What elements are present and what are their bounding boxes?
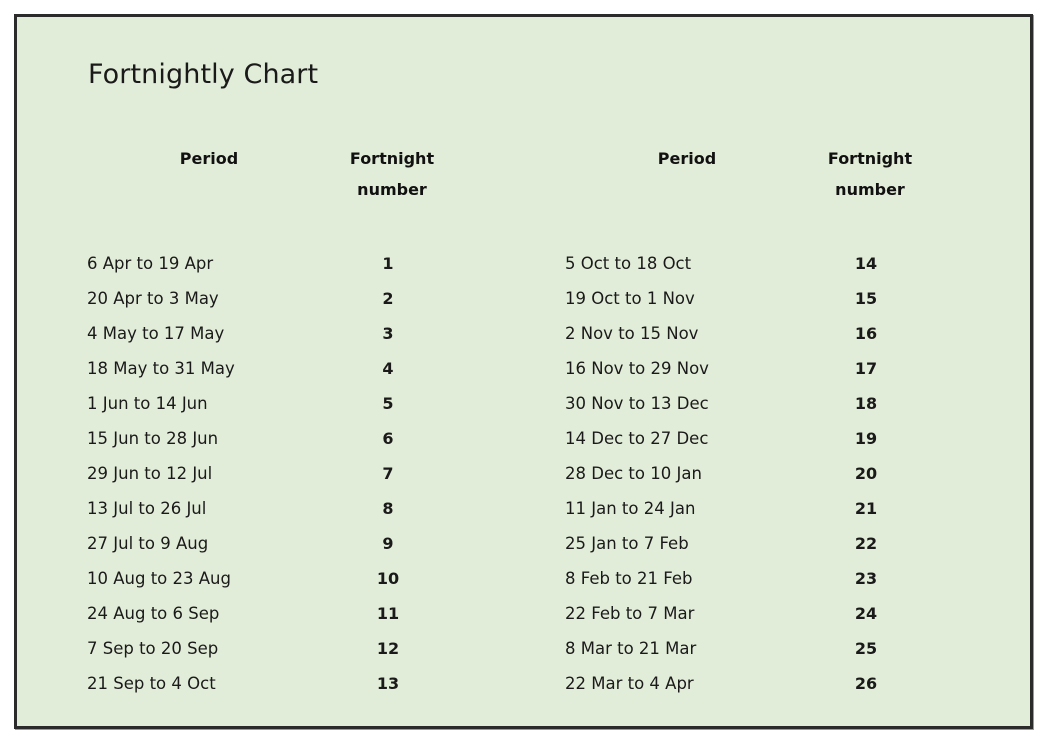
fortnight-number-cell: 13: [376, 674, 400, 693]
fortnight-number-cell: 10: [376, 569, 400, 588]
table-row: 21 Sep to 4 Oct 13: [87, 666, 453, 701]
table-row: 13 Jul to 26 Jul 8: [87, 491, 453, 526]
period-cell: 8 Mar to 21 Mar: [565, 639, 697, 658]
fortnight-number-cell: 19: [854, 429, 878, 448]
table-row: 7 Sep to 20 Sep 12: [87, 631, 453, 666]
table-row: 18 May to 31 May 4: [87, 351, 453, 386]
fortnight-number-cell: 23: [854, 569, 878, 588]
table-body-left: 6 Apr to 19 Apr 1 20 Apr to 3 May 2 4 May to…: [87, 246, 453, 701]
period-cell: 27 Jul to 9 Aug: [87, 534, 209, 553]
table-row: 30 Nov to 13 Dec 18: [565, 386, 931, 421]
period-cell: 5 Oct to 18 Oct: [565, 254, 692, 273]
fortnight-number-cell: 20: [854, 464, 878, 483]
fortnight-number-cell: 21: [854, 499, 878, 518]
table-row: 11 Jan to 24 Jan 21: [565, 491, 931, 526]
fortnight-number-cell: 26: [854, 674, 878, 693]
column-header-fortnight-number-left: Fortnight number: [349, 149, 435, 199]
table-row: 24 Aug to 6 Sep 11: [87, 596, 453, 631]
period-cell: 24 Aug to 6 Sep: [87, 604, 220, 623]
fortnight-number-cell: 4: [382, 359, 394, 378]
fortnight-number-cell: 25: [854, 639, 878, 658]
period-cell: 20 Apr to 3 May: [87, 289, 219, 308]
fortnight-number-cell: 8: [382, 499, 394, 518]
table-row: 22 Feb to 7 Mar 24: [565, 596, 931, 631]
table-row: 6 Apr to 19 Apr 1: [87, 246, 453, 281]
period-cell: 14 Dec to 27 Dec: [565, 429, 709, 448]
period-cell: 15 Jun to 28 Jun: [87, 429, 219, 448]
fortnight-number-cell: 7: [382, 464, 394, 483]
table-row: 20 Apr to 3 May 2: [87, 281, 453, 316]
column-header-period-right: Period: [657, 149, 717, 168]
fortnight-number-cell: 1: [382, 254, 394, 273]
table-row: 27 Jul to 9 Aug 9: [87, 526, 453, 561]
fortnight-number-cell: 11: [376, 604, 400, 623]
table-row: 4 May to 17 May 3: [87, 316, 453, 351]
fortnight-number-cell: 15: [854, 289, 878, 308]
table-body-right: 5 Oct to 18 Oct 14 19 Oct to 1 Nov 15 2 Nov …: [565, 246, 931, 701]
period-cell: 21 Sep to 4 Oct: [87, 674, 216, 693]
table-row: 25 Jan to 7 Feb 22: [565, 526, 931, 561]
table-row: 15 Jun to 28 Jun 6: [87, 421, 453, 456]
fortnight-number-cell: 17: [854, 359, 878, 378]
fortnight-table-left: 6 Apr to 19 Apr 1 20 Apr to 3 May 2 4 May to…: [87, 246, 453, 701]
table-row: 29 Jun to 12 Jul 7: [87, 456, 453, 491]
column-header-period-left: Period: [179, 149, 239, 168]
period-cell: 16 Nov to 29 Nov: [565, 359, 709, 378]
table-row: 28 Dec to 10 Jan 20: [565, 456, 931, 491]
period-cell: 10 Aug to 23 Aug: [87, 569, 231, 588]
table-row: 10 Aug to 23 Aug 10: [87, 561, 453, 596]
period-cell: 2 Nov to 15 Nov: [565, 324, 699, 343]
period-cell: 19 Oct to 1 Nov: [565, 289, 695, 308]
period-cell: 18 May to 31 May: [87, 359, 235, 378]
period-cell: 13 Jul to 26 Jul: [87, 499, 207, 518]
fortnight-number-cell: 12: [376, 639, 400, 658]
period-cell: 30 Nov to 13 Dec: [565, 394, 709, 413]
period-cell: 11 Jan to 24 Jan: [565, 499, 696, 518]
fortnight-number-cell: 2: [382, 289, 394, 308]
period-cell: 6 Apr to 19 Apr: [87, 254, 214, 273]
fortnight-number-cell: 22: [854, 534, 878, 553]
period-cell: 7 Sep to 20 Sep: [87, 639, 219, 658]
fortnight-number-cell: 5: [382, 394, 394, 413]
period-cell: 22 Mar to 4 Apr: [565, 674, 694, 693]
table-row: 14 Dec to 27 Dec 19: [565, 421, 931, 456]
table-row: 5 Oct to 18 Oct 14: [565, 246, 931, 281]
table-row: 19 Oct to 1 Nov 15: [565, 281, 931, 316]
fortnight-number-cell: 14: [854, 254, 878, 273]
table-row: 2 Nov to 15 Nov 16: [565, 316, 931, 351]
column-header-fortnight-number-right: Fortnight number: [827, 149, 913, 199]
fortnight-number-cell: 6: [382, 429, 394, 448]
fortnight-number-cell: 3: [382, 324, 394, 343]
table-row: 22 Mar to 4 Apr 26: [565, 666, 931, 701]
fortnight-table-right: 5 Oct to 18 Oct 14 19 Oct to 1 Nov 15 2 Nov …: [565, 246, 931, 701]
period-cell: 28 Dec to 10 Jan: [565, 464, 702, 483]
fortnight-number-cell: 24: [854, 604, 878, 623]
period-cell: 4 May to 17 May: [87, 324, 225, 343]
fortnight-number-cell: 9: [382, 534, 394, 553]
fortnight-number-cell: 16: [854, 324, 878, 343]
table-row: 8 Feb to 21 Feb 23: [565, 561, 931, 596]
period-cell: 1 Jun to 14 Jun: [87, 394, 208, 413]
period-cell: 22 Feb to 7 Mar: [565, 604, 695, 623]
period-cell: 29 Jun to 12 Jul: [87, 464, 213, 483]
table-row: 1 Jun to 14 Jun 5: [87, 386, 453, 421]
fortnight-number-cell: 18: [854, 394, 878, 413]
chart-frame: Fortnightly Chart Period Fortnight numbe…: [14, 14, 1033, 729]
table-row: 16 Nov to 29 Nov 17: [565, 351, 931, 386]
table-row: 8 Mar to 21 Mar 25: [565, 631, 931, 666]
page-title: Fortnightly Chart: [88, 59, 319, 90]
period-cell: 8 Feb to 21 Feb: [565, 569, 693, 588]
period-cell: 25 Jan to 7 Feb: [565, 534, 689, 553]
